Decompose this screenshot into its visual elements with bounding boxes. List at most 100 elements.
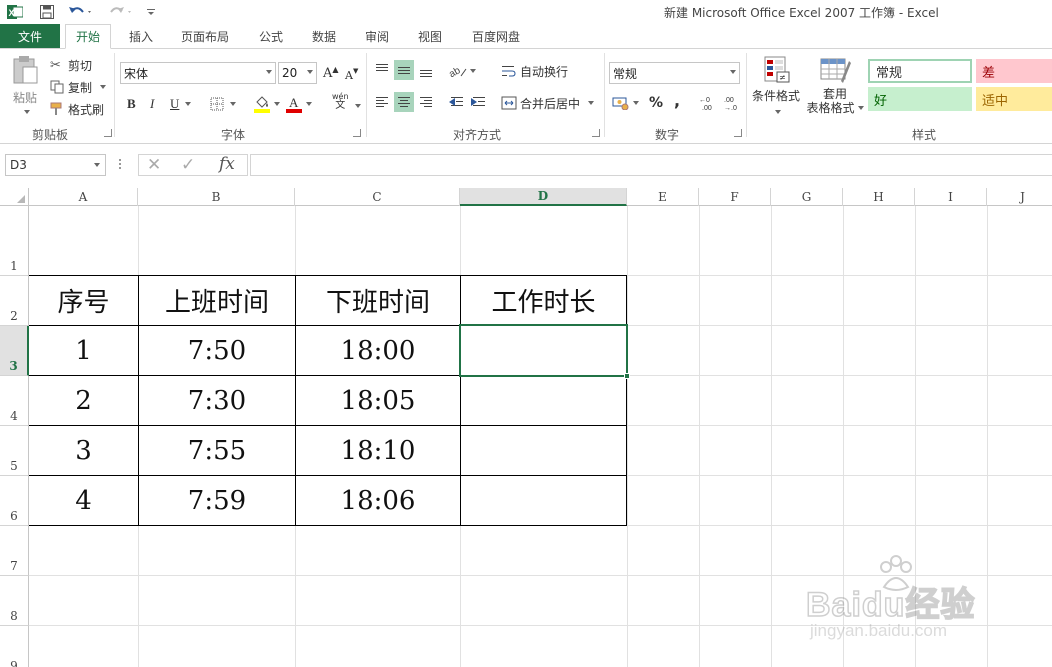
style-bad[interactable]: 差 (976, 59, 1052, 83)
cell-d4[interactable] (461, 376, 626, 425)
save-icon[interactable] (38, 3, 56, 21)
number-format-select[interactable]: 常规 (609, 62, 740, 84)
cell-d6[interactable] (461, 476, 626, 525)
font-name-select[interactable]: 宋体 (120, 62, 276, 84)
cell-b4[interactable]: 7:30 (139, 376, 295, 425)
active-cell-selection[interactable] (459, 324, 628, 377)
increase-indent-icon[interactable] (469, 92, 489, 112)
row-header-5[interactable]: 5 (0, 426, 29, 476)
cell-c4[interactable]: 18:05 (296, 376, 460, 425)
column-header-c[interactable]: C (295, 188, 460, 206)
cut-button[interactable]: ✂ 剪切 (50, 56, 92, 74)
style-neutral[interactable]: 适中 (976, 87, 1052, 111)
cell-b6[interactable]: 7:59 (139, 476, 295, 525)
row-header-7[interactable]: 7 (0, 526, 29, 576)
redo-icon[interactable] (106, 3, 136, 21)
align-right-icon[interactable] (416, 92, 436, 112)
cell-c6[interactable]: 18:06 (296, 476, 460, 525)
cell-c2[interactable]: 下班时间 (296, 276, 460, 325)
column-header-e[interactable]: E (627, 188, 699, 206)
tab-baidu-netdisk[interactable]: 百度网盘 (463, 24, 529, 49)
formula-input[interactable] (250, 154, 1052, 176)
row-header-3[interactable]: 3 (0, 326, 29, 376)
conditional-formatting-button[interactable]: ≠ 条件格式 (750, 55, 802, 121)
tab-data[interactable]: 数据 (303, 24, 345, 49)
row-header-6[interactable]: 6 (0, 476, 29, 526)
decrease-decimal-button[interactable]: .00 →.0 (722, 94, 740, 112)
alignment-launcher-icon[interactable] (592, 129, 600, 137)
column-header-h[interactable]: H (843, 188, 915, 206)
font-color-button[interactable]: A (286, 94, 312, 114)
row-header-9[interactable]: 9 (0, 626, 29, 667)
align-center-icon[interactable] (394, 92, 414, 112)
undo-icon[interactable] (66, 3, 96, 21)
cell-d2[interactable]: 工作时长 (461, 276, 626, 325)
comma-style-button[interactable]: , (674, 91, 680, 110)
tab-file[interactable]: 文件 (0, 24, 60, 48)
cell-a4[interactable]: 2 (29, 376, 138, 425)
font-launcher-icon[interactable] (353, 129, 361, 137)
format-as-table-button[interactable]: 套用 表格格式 (804, 55, 866, 121)
shrink-font-button[interactable]: A ▼ (345, 66, 358, 84)
wrap-text-button[interactable]: 自动换行 (501, 62, 568, 80)
grow-font-button[interactable]: A ▲ (323, 64, 339, 82)
column-header-d[interactable]: D (460, 188, 627, 206)
format-painter-button[interactable]: 格式刷 (50, 100, 104, 118)
accounting-format-button[interactable] (612, 94, 639, 112)
bold-button[interactable]: B (127, 95, 136, 113)
align-top-icon[interactable] (372, 60, 392, 80)
merge-center-button[interactable]: 合并后居中 (501, 94, 595, 112)
align-middle-icon[interactable] (394, 60, 414, 80)
copy-button[interactable]: 复制 (50, 78, 107, 96)
cell-b2[interactable]: 上班时间 (139, 276, 295, 325)
paste-button[interactable]: 粘贴 (8, 55, 42, 117)
tab-insert[interactable]: 插入 (118, 24, 164, 49)
align-left-icon[interactable] (372, 92, 392, 112)
font-size-select[interactable]: 20 (278, 62, 317, 84)
fill-color-button[interactable] (254, 94, 280, 114)
underline-button[interactable]: U (170, 95, 192, 113)
clipboard-launcher-icon[interactable] (104, 129, 112, 137)
enter-check-icon[interactable]: ✓ (181, 155, 195, 175)
tab-formulas[interactable]: 公式 (250, 24, 292, 49)
number-launcher-icon[interactable] (734, 129, 742, 137)
tab-page-layout[interactable]: 页面布局 (172, 24, 238, 49)
cell-a5[interactable]: 3 (29, 426, 138, 475)
borders-button[interactable] (210, 95, 236, 113)
name-box[interactable]: D3 (5, 154, 106, 176)
cell-a2[interactable]: 序号 (29, 276, 138, 325)
column-header-a[interactable]: A (29, 188, 138, 206)
style-normal[interactable]: 常规 (868, 59, 972, 83)
cell-a3[interactable]: 1 (29, 326, 138, 375)
column-header-g[interactable]: G (771, 188, 843, 206)
percent-style-button[interactable]: % (649, 94, 663, 112)
cell-c3[interactable]: 18:00 (296, 326, 460, 375)
row-header-4[interactable]: 4 (0, 376, 29, 426)
row-header-1[interactable]: 1 (0, 206, 29, 276)
style-good[interactable]: 好 (868, 87, 972, 111)
row-header-2[interactable]: 2 (0, 276, 29, 326)
increase-decimal-button[interactable]: ←0.00 (699, 94, 717, 112)
customize-toolbar-icon[interactable] (144, 3, 158, 21)
italic-button[interactable]: I (150, 95, 154, 113)
row-header-8[interactable]: 8 (0, 576, 29, 626)
cell-b3[interactable]: 7:50 (139, 326, 295, 375)
cancel-icon[interactable]: ✕ (147, 155, 161, 175)
cell-b5[interactable]: 7:55 (139, 426, 295, 475)
tab-home[interactable]: 开始 (65, 24, 111, 49)
cell-a6[interactable]: 4 (29, 476, 138, 525)
orientation-button[interactable]: ab (449, 62, 476, 80)
column-header-j[interactable]: J (987, 188, 1052, 206)
formula-bar-grip-icon[interactable] (119, 159, 122, 171)
column-header-i[interactable]: I (915, 188, 987, 206)
column-header-f[interactable]: F (699, 188, 771, 206)
cell-d5[interactable] (461, 426, 626, 475)
insert-function-button[interactable]: fx (219, 154, 235, 174)
tab-review[interactable]: 审阅 (356, 24, 398, 49)
cell-c5[interactable]: 18:10 (296, 426, 460, 475)
align-bottom-icon[interactable] (416, 60, 436, 80)
phonetic-guide-button[interactable]: wén 文 (332, 92, 349, 114)
select-all-button[interactable] (0, 188, 29, 206)
decrease-indent-icon[interactable] (447, 92, 467, 112)
phonetic-dropdown[interactable] (352, 101, 361, 111)
